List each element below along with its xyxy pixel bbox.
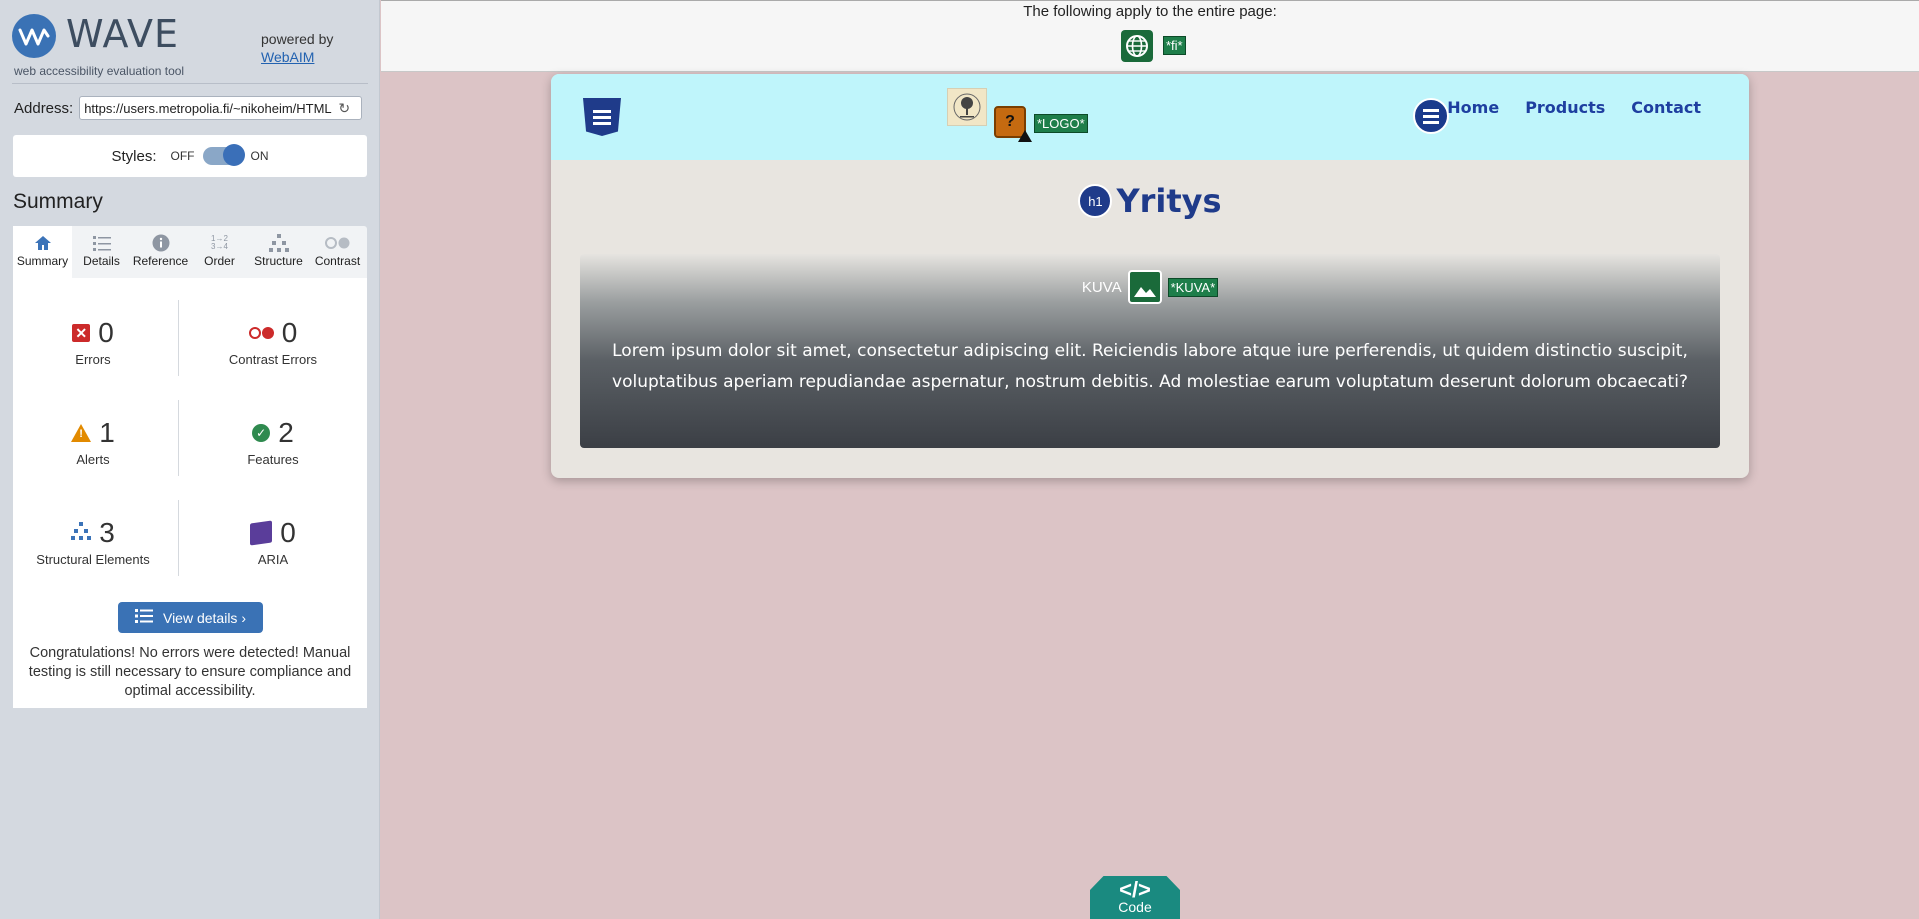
errors-label: Errors	[75, 352, 111, 367]
toggle-knob	[222, 144, 245, 166]
h1-icon[interactable]: h1	[1078, 184, 1113, 218]
home-icon	[13, 232, 72, 254]
logo-image	[947, 88, 987, 126]
nav-products[interactable]: Products	[1525, 98, 1605, 117]
wave-header: WAVE web accessibility evaluation tool p…	[12, 12, 372, 78]
reload-icon[interactable]: ↻	[336, 100, 352, 116]
header-divider	[12, 83, 368, 84]
address-input[interactable]	[84, 100, 337, 116]
stat-features[interactable]: ✓ 2 Features	[193, 416, 353, 467]
language-tag[interactable]: *fi*	[1163, 36, 1186, 55]
contrast-error-icon	[248, 327, 274, 339]
styles-label: Styles:	[111, 147, 157, 165]
structural-label: Structural Elements	[36, 552, 150, 567]
tab-summary[interactable]: Summary	[13, 226, 72, 278]
contrast-errors-count: 0	[281, 317, 298, 348]
address-box: ↻	[79, 96, 363, 120]
webaim-link[interactable]: WebAIM	[261, 48, 333, 66]
aria-count: 0	[280, 517, 296, 548]
features-count: 2	[278, 417, 294, 448]
image-row: KUVA *KUVA*	[580, 270, 1720, 304]
page-notice-bar: The following apply to the entire page: …	[381, 0, 1919, 72]
feature-check-icon: ✓	[252, 424, 271, 442]
main-nav: Home Products Contact	[1447, 98, 1701, 117]
congrats-message: Congratulations! No errors were detected…	[28, 645, 352, 699]
hero-paragraph: Lorem ipsum dolor sit amet, consectetur …	[612, 341, 1688, 392]
view-details-button[interactable]: View details ›	[118, 602, 263, 633]
list-icon	[72, 232, 131, 254]
structural-count: 3	[99, 517, 115, 548]
list-icon	[134, 609, 153, 626]
app-subtitle: web accessibility evaluation tool	[14, 64, 185, 78]
powered-by: powered by WebAIM	[261, 30, 333, 66]
tab-label: Reference	[132, 254, 189, 268]
page-title: Yritys	[1116, 182, 1222, 220]
app-title: WAVE	[66, 12, 180, 56]
error-icon: ✕	[72, 324, 91, 342]
alert-icon: !	[71, 424, 92, 442]
code-label: Code	[1118, 899, 1152, 915]
tab-structure[interactable]: Structure	[249, 226, 308, 278]
features-label: Features	[247, 452, 299, 467]
image-icon[interactable]	[1127, 270, 1162, 304]
stat-errors[interactable]: ✕ 0 Errors	[13, 316, 173, 367]
notice-text: The following apply to the entire page:	[1023, 3, 1277, 20]
code-button[interactable]: </> Code	[1090, 876, 1180, 919]
tab-label: Contrast	[314, 254, 361, 268]
warning-icon	[1018, 130, 1032, 142]
info-icon	[131, 232, 190, 254]
alerts-count: 1	[99, 417, 115, 448]
styles-off-label: OFF	[170, 149, 195, 163]
tab-order[interactable]: 1→2 3→4 Order	[190, 226, 249, 278]
stats-divider	[178, 400, 179, 476]
aria-label: ARIA	[257, 552, 289, 567]
address-label: Address:	[14, 99, 74, 117]
view-details-label: View details ›	[162, 609, 246, 626]
heading-row: h1 Yritys	[551, 182, 1749, 220]
tab-label: Summary	[16, 254, 69, 268]
order-icon: 1→2 3→4	[211, 234, 228, 251]
styles-toggle[interactable]	[202, 144, 245, 166]
site-header: ? *LOGO* Home Products Contact	[551, 74, 1749, 160]
styles-on-label: ON	[250, 149, 269, 163]
stat-aria[interactable]: 0 ARIA	[193, 516, 353, 567]
powered-by-label: powered by	[261, 31, 334, 47]
styles-toggle-panel: Styles: OFF ON	[13, 135, 367, 177]
css-icon[interactable]	[583, 98, 621, 136]
tab-label: Details	[83, 254, 120, 268]
stats-divider	[178, 300, 179, 376]
hero-section: KUVA *KUVA* Lorem ipsum dolor sit amet, …	[580, 254, 1720, 448]
missing-alt-icon[interactable]: ?	[994, 106, 1032, 142]
contrast-errors-label: Contrast Errors	[228, 352, 318, 367]
wave-sidebar: WAVE web accessibility evaluation tool p…	[0, 0, 380, 919]
panel-tabs: Summary Details Reference 1→2 3→4 Order S…	[13, 226, 367, 278]
logo-tag[interactable]: *LOGO*	[1034, 114, 1088, 133]
stats-divider	[178, 500, 179, 576]
tab-contrast[interactable]: Contrast	[308, 226, 367, 278]
nav-contact[interactable]: Contact	[1631, 98, 1701, 117]
stat-contrast-errors[interactable]: 0 Contrast Errors	[193, 316, 353, 367]
page-card: ? *LOGO* Home Products Contact h1 Yritys…	[551, 74, 1749, 478]
stat-alerts[interactable]: ! 1 Alerts	[13, 416, 173, 467]
image-alt-text: KUVA	[1081, 278, 1122, 296]
tab-label: Structure	[254, 254, 303, 268]
image-tag[interactable]: *KUVA*	[1167, 277, 1219, 297]
unordered-list-icon[interactable]	[1413, 98, 1449, 134]
structure-icon	[249, 232, 308, 254]
nav-home[interactable]: Home	[1447, 98, 1499, 117]
tab-details[interactable]: Details	[72, 226, 131, 278]
alerts-label: Alerts	[76, 452, 110, 467]
globe-icon[interactable]	[1121, 30, 1153, 62]
stat-structural[interactable]: 3 Structural Elements	[13, 516, 173, 567]
structure-icon	[71, 521, 92, 545]
aria-icon	[250, 520, 273, 546]
tab-label: Order	[204, 254, 235, 268]
tab-reference[interactable]: Reference	[131, 226, 190, 278]
errors-count: 0	[98, 317, 114, 348]
contrast-icon	[308, 232, 367, 254]
summary-title: Summary	[13, 190, 103, 213]
wave-logo-icon	[12, 14, 56, 58]
address-bar: Address: ↻	[14, 96, 363, 120]
